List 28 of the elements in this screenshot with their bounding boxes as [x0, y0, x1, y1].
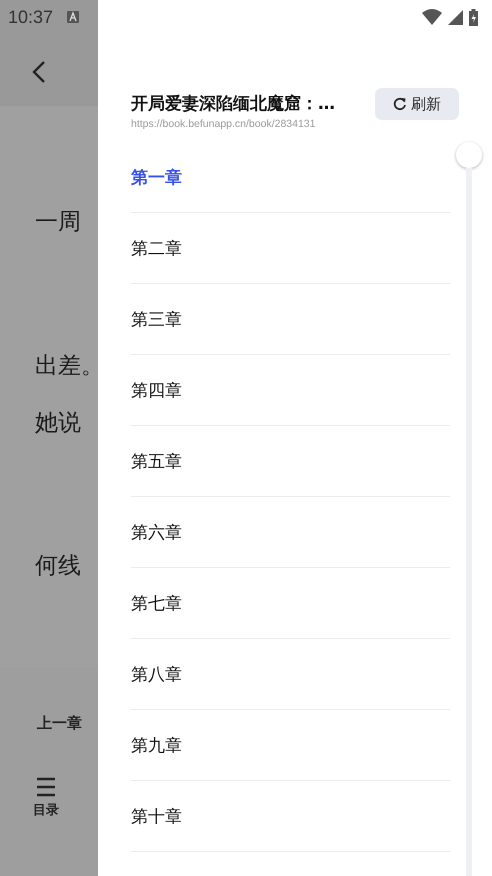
chapter-item[interactable]: 第五章 [131, 426, 450, 497]
chapter-item[interactable]: 第八章 [131, 639, 450, 710]
reading-text: 何线 [35, 553, 81, 579]
chapter-item[interactable]: 第三章 [131, 284, 450, 355]
signal-icon [448, 10, 463, 24]
refresh-icon [393, 97, 407, 111]
battery-icon [469, 8, 478, 26]
book-url: https://book.befunapp.cn/book/2834131 [131, 118, 316, 130]
menu-icon [35, 777, 57, 797]
chapter-item[interactable]: 第一章 [131, 142, 450, 213]
reading-text: 她说 [35, 410, 81, 436]
table-of-contents-button[interactable]: 目录 [33, 777, 59, 819]
notification-icon [67, 11, 80, 23]
chapter-item[interactable]: 第四章 [131, 355, 450, 426]
chapter-item[interactable]: 第七章 [131, 568, 450, 639]
reading-text: 一周 [35, 209, 81, 235]
chapter-item[interactable]: 第二章 [131, 213, 450, 284]
chapter-item[interactable]: 第六章 [131, 497, 450, 568]
back-icon[interactable] [32, 60, 46, 84]
chapter-item[interactable]: 第十章 [131, 781, 450, 852]
refresh-button[interactable]: 刷新 [375, 88, 459, 120]
scrollbar-thumb[interactable] [456, 142, 482, 168]
reading-text: 出差。 [35, 353, 98, 379]
previous-chapter-button[interactable]: 上一章 [37, 714, 82, 733]
book-title: 开局爱妻深陷缅北魔窟：… [131, 93, 336, 115]
wifi-icon [422, 9, 442, 25]
chapter-item[interactable]: 第九章 [131, 710, 450, 781]
status-time: 10:37 [8, 6, 54, 28]
